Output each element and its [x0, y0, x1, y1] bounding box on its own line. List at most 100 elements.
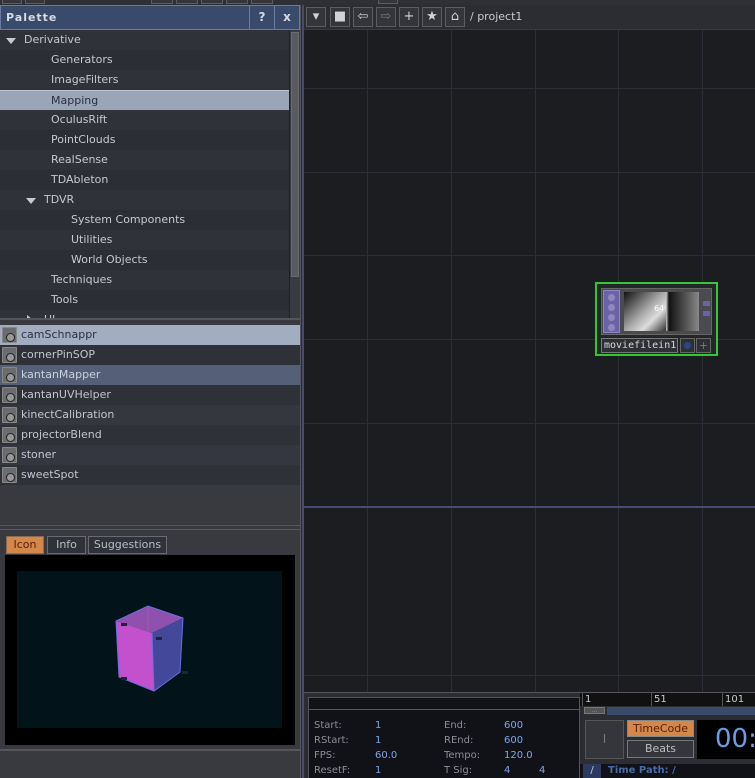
menu-strip-button[interactable] — [251, 0, 273, 4]
close-button[interactable]: x — [274, 6, 299, 29]
menu-strip-button[interactable] — [226, 0, 248, 4]
menu-strip-button[interactable] — [176, 0, 198, 4]
tree-item-generators[interactable]: Generators — [0, 50, 289, 70]
star-icon[interactable]: ★ — [422, 7, 442, 27]
tree-item-world-objects[interactable]: World Objects — [0, 250, 289, 270]
back-arrow-icon[interactable]: ⇦ — [353, 7, 373, 27]
output-connector[interactable] — [703, 311, 710, 316]
tree-item-label: Tools — [51, 293, 79, 306]
viewer-toggle-icon[interactable] — [680, 338, 695, 353]
time-path-bar: / Time Path: / — [580, 764, 755, 778]
tree-item-oculusrift[interactable]: OculusRift — [0, 110, 289, 130]
operator-name[interactable]: moviefilein1 — [601, 338, 678, 353]
component-label: sweetSpot — [21, 468, 79, 481]
tree-item-label: TDVR — [44, 193, 75, 206]
stop-square-icon[interactable]: ■ — [330, 7, 350, 27]
tree-item-label: RealSense — [51, 153, 108, 166]
menu-strip-button[interactable] — [378, 0, 398, 4]
tempo-value[interactable]: 120.0 — [504, 750, 533, 761]
tree-scrollbar[interactable] — [289, 30, 300, 320]
timeline-ruler[interactable]: 1 51 101 — [580, 692, 755, 707]
component-label: camSchnappr — [21, 328, 97, 341]
tree-item-tools[interactable]: Tools — [0, 290, 289, 310]
flag-icon[interactable] — [608, 324, 615, 331]
component-item-camschnappr[interactable]: camSchnappr — [0, 325, 300, 345]
component-item-kantanuvhelper[interactable]: kantanUVHelper — [0, 385, 300, 405]
tab-info[interactable]: Info — [47, 536, 86, 554]
network-path[interactable]: / project1 — [470, 10, 522, 23]
menu-strip-button[interactable] — [25, 0, 45, 4]
range-handle[interactable]: ... — [584, 707, 605, 714]
component-comp-icon — [2, 387, 17, 403]
tree-item-utilities[interactable]: Utilities — [0, 230, 289, 250]
tree-item-tdableton[interactable]: TDAbleton — [0, 170, 289, 190]
tree-divider — [0, 318, 300, 320]
fps-value[interactable]: 60.0 — [375, 750, 397, 761]
home-icon[interactable]: ⌂ — [445, 7, 465, 27]
component-item-projectorblend[interactable]: projectorBlend — [0, 425, 300, 445]
output-connector[interactable] — [703, 301, 710, 306]
component-comp-icon — [2, 407, 17, 423]
time-path-label: Time Path: / — [608, 765, 676, 776]
component-label: projectorBlend — [21, 428, 102, 441]
flag-icon[interactable] — [608, 314, 615, 321]
start-value[interactable]: 1 — [375, 720, 381, 731]
flag-icon[interactable] — [608, 294, 615, 301]
component-comp-icon — [2, 447, 17, 463]
range-fill[interactable] — [607, 707, 755, 715]
expand-plus-icon[interactable]: + — [696, 338, 711, 353]
rstart-value[interactable]: 1 — [375, 735, 381, 746]
rend-value[interactable]: 600 — [504, 735, 523, 746]
tree-item-pointclouds[interactable]: PointClouds — [0, 130, 289, 150]
tree-item-label: Utilities — [71, 233, 113, 246]
resetf-label: ResetF: — [314, 765, 351, 776]
help-button[interactable]: ? — [249, 6, 274, 29]
expanded-triangle-icon[interactable] — [26, 198, 36, 204]
component-item-cornerpinsop[interactable]: cornerPinSOP — [0, 345, 300, 365]
tsig-value-denominator[interactable]: 4 — [539, 765, 545, 776]
end-label: End: — [444, 720, 467, 731]
resetf-value[interactable]: 1 — [375, 765, 381, 776]
beats-button[interactable]: Beats — [627, 740, 694, 758]
plus-icon[interactable]: + — [399, 7, 419, 27]
tab-icon[interactable]: Icon — [6, 536, 44, 554]
dropdown-arrow-icon[interactable]: ▾ — [306, 7, 326, 27]
fps-label: FPS: — [314, 750, 336, 761]
menu-strip-button[interactable] — [2, 0, 22, 4]
component-item-stoner[interactable]: stoner — [0, 445, 300, 465]
tree-scrollbar-thumb[interactable] — [291, 32, 299, 277]
range-bar[interactable]: ... — [580, 706, 755, 716]
component-label: stoner — [21, 448, 57, 461]
tree-item-derivative[interactable]: Derivative — [0, 30, 289, 50]
tsig-value-numerator[interactable]: 4 — [504, 765, 510, 776]
tab-suggestions[interactable]: Suggestions — [88, 536, 167, 554]
rend-label: REnd: — [444, 735, 474, 746]
operator-flags — [603, 290, 620, 333]
tree-item-label: System Components — [71, 213, 186, 226]
panel-splitter[interactable] — [0, 525, 300, 530]
tree-item-mapping[interactable]: Mapping — [0, 90, 289, 110]
operator-node[interactable]: 64 moviefilein1 + — [595, 282, 718, 356]
component-item-kinectcalibration[interactable]: kinectCalibration — [0, 405, 300, 425]
component-item-kantanmapper[interactable]: kantanMapper — [0, 365, 300, 385]
network-editor[interactable]: ▾ ■ ⇦ ⇨ + ★ ⌂ / project1 64 moviefilein1… — [302, 5, 755, 695]
operator-body[interactable]: 64 — [601, 288, 712, 335]
component-item-sweetspot[interactable]: sweetSpot — [0, 465, 300, 485]
menu-strip-button[interactable] — [201, 0, 223, 4]
timecode-button[interactable]: TimeCode — [627, 720, 694, 737]
tree-item-tdvr[interactable]: TDVR — [0, 190, 289, 210]
tree-item-label: Generators — [51, 53, 113, 66]
tree-item-label: World Objects — [71, 253, 148, 266]
menu-strip-button[interactable] — [151, 0, 173, 4]
flag-icon[interactable] — [608, 304, 615, 311]
tree-item-system-components[interactable]: System Components — [0, 210, 289, 230]
tree-item-imagefilters[interactable]: ImageFilters — [0, 70, 289, 90]
tree-item-realsense[interactable]: RealSense — [0, 150, 289, 170]
forward-arrow-icon[interactable]: ⇨ — [376, 7, 396, 27]
path-root-button[interactable]: / — [583, 764, 601, 778]
timeline-settings: Start: 1 End: 600 RStart: 1 REnd: 600 FP… — [302, 692, 580, 778]
end-value[interactable]: 600 — [504, 720, 523, 731]
cursor-i-button[interactable]: I — [585, 720, 624, 759]
expanded-triangle-icon[interactable] — [6, 38, 16, 44]
tree-item-techniques[interactable]: Techniques — [0, 270, 289, 290]
